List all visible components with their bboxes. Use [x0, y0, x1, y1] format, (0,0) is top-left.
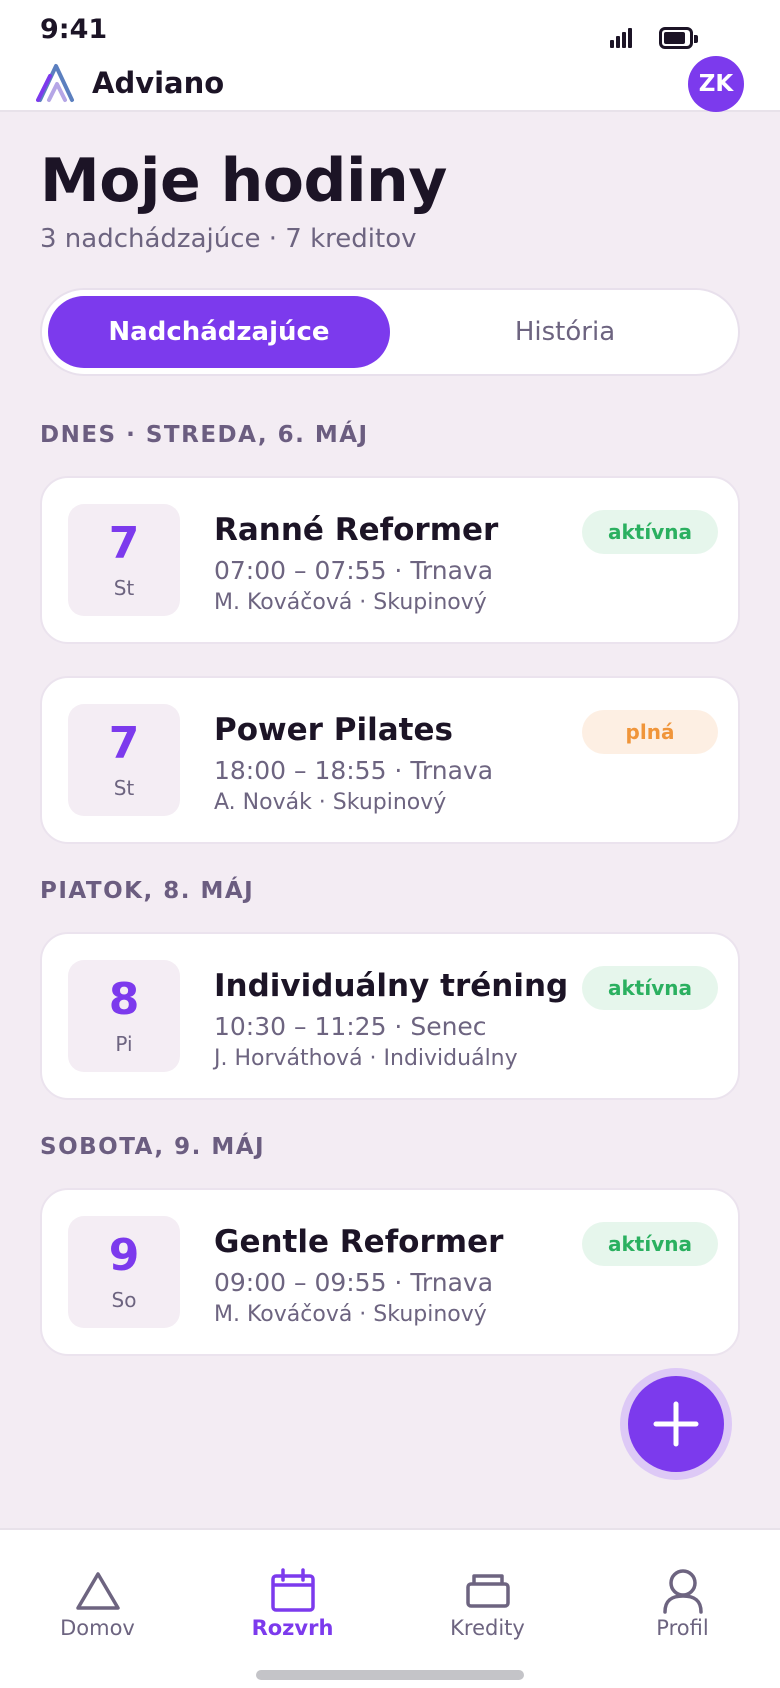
- date-number: 7: [108, 518, 140, 569]
- class-title: Power Pilates: [214, 712, 453, 748]
- status-badge: aktívna: [582, 1222, 718, 1266]
- avatar[interactable]: ZK: [688, 56, 744, 112]
- class-title: Gentle Reformer: [214, 1224, 504, 1260]
- class-time: 07:00 – 07:55 · Trnava: [214, 556, 494, 585]
- home-indicator: [256, 1670, 524, 1680]
- date-weekday: So: [111, 1288, 137, 1312]
- nav-label-schedule: Rozvrh: [251, 1616, 334, 1640]
- class-title: Ranné Reformer: [214, 512, 499, 548]
- class-card[interactable]: 7 St Power Pilates 18:00 – 18:55 · Trnav…: [40, 676, 740, 844]
- class-card[interactable]: 7 St Ranné Reformer 07:00 – 07:55 · Trna…: [40, 476, 740, 644]
- status-time: 9:41: [40, 14, 108, 45]
- tab-history[interactable]: História: [394, 296, 736, 368]
- signal-icon: [610, 26, 634, 48]
- status-badge: aktívna: [582, 510, 718, 554]
- tab-upcoming[interactable]: Nadchádzajúce: [48, 296, 390, 368]
- class-time: 10:30 – 11:25 · Senec: [214, 1012, 487, 1041]
- date-box: 7 St: [68, 504, 180, 616]
- date-box: 9 So: [68, 1216, 180, 1328]
- date-number: 9: [108, 1230, 140, 1281]
- date-number: 7: [108, 718, 140, 769]
- top-bar: 9:41 Adviano ZK: [0, 0, 780, 112]
- nav-label-credits: Kredity: [450, 1616, 525, 1640]
- bottom-nav: Domov Rozvrh Kredity Profil: [0, 1528, 780, 1688]
- date-box: 7 St: [68, 704, 180, 816]
- logo-icon: [36, 64, 74, 102]
- status-badge: plná: [582, 710, 718, 754]
- section-label-today: DNES · STREDA, 6. MÁJ: [40, 422, 369, 448]
- class-card[interactable]: 9 So Gentle Reformer 09:00 – 09:55 · Trn…: [40, 1188, 740, 1356]
- add-class-button[interactable]: [628, 1376, 724, 1472]
- calendar-icon: [271, 1568, 315, 1612]
- wallet-icon: [466, 1574, 510, 1608]
- date-number: 8: [108, 974, 140, 1025]
- brand-name: Adviano: [92, 66, 225, 100]
- date-weekday: St: [113, 576, 135, 600]
- nav-label-home: Domov: [60, 1616, 135, 1640]
- class-time: 09:00 – 09:55 · Trnava: [214, 1268, 494, 1297]
- status-badge: aktívna: [582, 966, 718, 1010]
- page-title: Moje hodiny: [40, 146, 447, 216]
- home-icon: [76, 1572, 120, 1610]
- nav-item-profile[interactable]: Profil: [585, 1530, 780, 1650]
- battery-icon: [659, 27, 698, 49]
- class-meta: J. Horváthová · Individuálny: [214, 1046, 518, 1071]
- user-icon: [663, 1569, 703, 1614]
- class-meta: M. Kováčová · Skupinový: [214, 590, 487, 615]
- page-subtitle: 3 nadchádzajúce · 7 kreditov: [40, 224, 417, 254]
- class-meta: M. Kováčová · Skupinový: [214, 1302, 487, 1327]
- date-weekday: Pi: [115, 1032, 133, 1056]
- tab-switcher: Nadchádzajúce História: [40, 288, 740, 376]
- class-time: 18:00 – 18:55 · Trnava: [214, 756, 494, 785]
- date-box: 8 Pi: [68, 960, 180, 1072]
- nav-item-credits[interactable]: Kredity: [390, 1530, 585, 1650]
- class-meta: A. Novák · Skupinový: [214, 790, 447, 815]
- section-label-friday: PIATOK, 8. MÁJ: [40, 878, 255, 904]
- class-title: Individuálny tréning: [214, 968, 569, 1004]
- nav-item-schedule[interactable]: Rozvrh: [195, 1530, 390, 1650]
- nav-item-home[interactable]: Domov: [0, 1530, 195, 1650]
- section-label-saturday: SOBOTA, 9. MÁJ: [40, 1134, 266, 1160]
- nav-label-profile: Profil: [656, 1616, 709, 1640]
- date-weekday: St: [113, 776, 135, 800]
- class-card[interactable]: 8 Pi Individuálny tréning 10:30 – 11:25 …: [40, 932, 740, 1100]
- plus-icon: [653, 1401, 699, 1447]
